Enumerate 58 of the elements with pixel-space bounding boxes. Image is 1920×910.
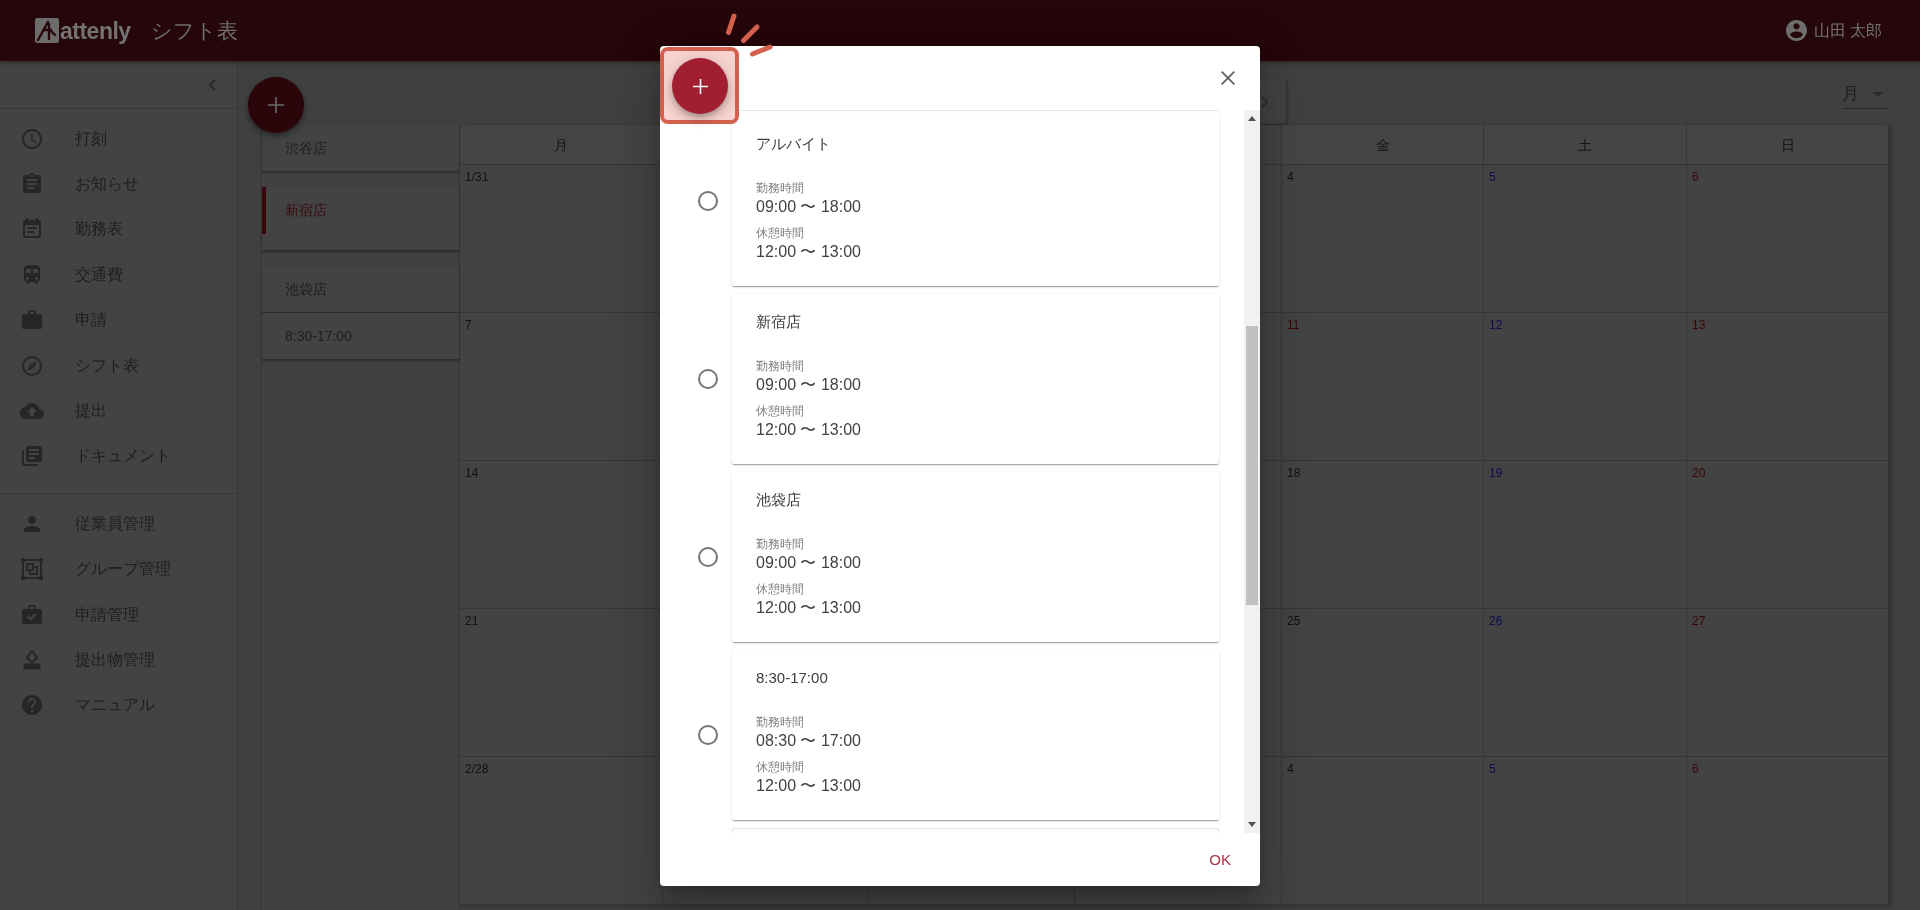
break-time-value: 12:00 〜 13:00 bbox=[756, 420, 861, 440]
work-hours-value: 09:00 〜 18:00 bbox=[756, 197, 861, 217]
account-icon bbox=[1785, 20, 1807, 41]
calendar-day-cell[interactable]: 26 bbox=[1484, 609, 1687, 757]
group-select-icon bbox=[20, 557, 44, 582]
documents-icon bbox=[20, 444, 44, 469]
break-time-value: 12:00 〜 13:00 bbox=[756, 598, 861, 618]
calendar-day-cell[interactable]: 6 bbox=[1687, 757, 1889, 905]
calendar-day-cell[interactable]: 6 bbox=[1687, 165, 1889, 313]
compass-icon bbox=[20, 353, 44, 378]
radio-button[interactable] bbox=[698, 547, 718, 567]
calendar-day-cell[interactable]: 12 bbox=[1484, 313, 1687, 461]
break-time-label: 休憩時間 bbox=[756, 225, 804, 241]
calendar-day-cell[interactable]: 11 bbox=[1282, 313, 1484, 461]
calendar-day-cell[interactable]: 19 bbox=[1484, 461, 1687, 609]
work-hours-label: 勤務時間 bbox=[756, 358, 804, 374]
break-time-label: 休憩時間 bbox=[756, 759, 804, 775]
scrollbar-thumb[interactable] bbox=[1246, 326, 1258, 605]
logo-text: attenly bbox=[60, 16, 131, 45]
spark-lines-icon bbox=[725, 13, 773, 57]
work-hours-label: 勤務時間 bbox=[756, 714, 804, 730]
work-hours-value: 09:00 〜 18:00 bbox=[756, 553, 861, 573]
scroll-up-icon[interactable] bbox=[1248, 116, 1256, 121]
option-title: 池袋店 bbox=[756, 490, 801, 510]
work-hours-label: 勤務時間 bbox=[756, 180, 804, 196]
work-hours-label: 勤務時間 bbox=[756, 536, 804, 552]
option-title: 8:30-17:00 bbox=[756, 668, 828, 688]
option-title: アルバイト bbox=[756, 134, 831, 154]
scroll-down-icon[interactable] bbox=[1248, 822, 1256, 827]
calendar-day-cell[interactable]: 5 bbox=[1484, 165, 1687, 313]
calendar-day-cell[interactable]: 27 bbox=[1687, 609, 1889, 757]
close-icon bbox=[1221, 71, 1235, 85]
chevron-left-icon bbox=[208, 78, 216, 91]
break-time-value: 12:00 〜 13:00 bbox=[756, 776, 861, 796]
plus-icon bbox=[692, 78, 708, 94]
radio-button[interactable] bbox=[698, 191, 718, 211]
selection-bar bbox=[262, 187, 266, 234]
plus-icon bbox=[268, 97, 284, 113]
break-time-value: 12:00 〜 13:00 bbox=[756, 242, 861, 262]
ok-button[interactable]: OK bbox=[1193, 842, 1247, 878]
page-title: シフト表 bbox=[150, 17, 238, 44]
work-hours-value: 08:30 〜 17:00 bbox=[756, 731, 861, 751]
calendar-day-cell[interactable]: 20 bbox=[1687, 461, 1889, 609]
logo-icon bbox=[35, 18, 59, 43]
user-menu-button[interactable]: 山田 太郎 bbox=[1785, 19, 1882, 42]
break-time-label: 休憩時間 bbox=[756, 403, 804, 419]
work-hours-value: 09:00 〜 18:00 bbox=[756, 375, 861, 395]
radio-button[interactable] bbox=[698, 725, 718, 745]
chevron-right-icon bbox=[1261, 95, 1268, 108]
break-time-label: 休憩時間 bbox=[756, 581, 804, 597]
calendar-day-cell[interactable]: 5 bbox=[1484, 757, 1687, 905]
clock-icon bbox=[20, 126, 44, 151]
option-title: 新宿店 bbox=[756, 312, 801, 332]
scrollbar[interactable] bbox=[1244, 110, 1260, 833]
radio-button[interactable] bbox=[698, 369, 718, 389]
briefcase-check-icon bbox=[20, 602, 44, 627]
help-icon bbox=[20, 693, 44, 718]
calendar-day-cell[interactable]: 13 bbox=[1687, 313, 1889, 461]
